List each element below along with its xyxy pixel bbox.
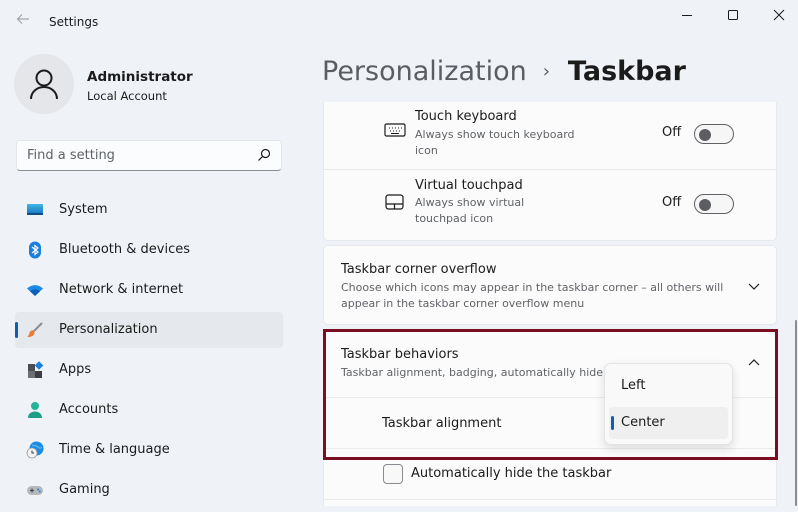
sidebar-item-label: Gaming xyxy=(59,482,110,497)
page-title: Taskbar xyxy=(567,56,686,87)
apps-icon xyxy=(28,361,44,378)
chevron-up-icon[interactable] xyxy=(744,353,764,373)
touch-keyboard-toggle[interactable] xyxy=(694,124,734,144)
user-icon xyxy=(30,69,58,100)
option-label: Left xyxy=(621,378,646,393)
sidebar-item-label: Network & internet xyxy=(59,282,184,297)
corner-overflow-description: Choose which icons may appear in the tas… xyxy=(341,281,724,310)
touch-keyboard-state: Off xyxy=(662,125,682,140)
sidebar-item-accounts[interactable]: Accounts xyxy=(15,392,283,428)
divider xyxy=(324,499,776,500)
back-button[interactable] xyxy=(12,10,34,32)
virtual-touchpad-toggle[interactable] xyxy=(694,194,734,214)
gamepad-icon xyxy=(27,486,43,495)
taskbar-corner-overflow-card[interactable]: Taskbar corner overflow Choose which ico… xyxy=(323,245,777,325)
behaviors-title: Taskbar behaviors xyxy=(341,347,459,362)
sidebar-item-apps[interactable]: Apps xyxy=(15,352,283,388)
breadcrumb-parent[interactable]: Personalization xyxy=(322,56,527,87)
sidebar-item-label: Apps xyxy=(59,362,92,377)
close-button[interactable] xyxy=(756,0,798,30)
app-title: Settings xyxy=(49,15,99,29)
arrow-left-icon xyxy=(16,14,29,24)
virtual-touchpad-description: Always show virtual touchpad icon xyxy=(415,196,525,225)
corner-overflow-title: Taskbar corner overflow xyxy=(341,262,497,277)
search-input[interactable] xyxy=(17,141,247,170)
sidebar-item-label: Time & language xyxy=(59,442,170,457)
content-scrollbar[interactable] xyxy=(795,320,797,506)
sidebar-item-gaming[interactable]: Gaming xyxy=(15,472,283,508)
touch-keyboard-description: Always show touch keyboard icon xyxy=(415,128,575,157)
virtual-touchpad-title: Virtual touchpad xyxy=(415,178,523,193)
person-icon xyxy=(28,402,42,418)
auto-hide-checkbox[interactable] xyxy=(383,464,403,484)
touch-keyboard-title: Touch keyboard xyxy=(415,109,517,124)
minimize-button[interactable] xyxy=(664,0,710,30)
search-box[interactable] xyxy=(16,140,282,171)
maximize-button[interactable] xyxy=(710,0,756,30)
sidebar-item-time-language[interactable]: Time & language xyxy=(15,432,283,468)
breadcrumb-separator: › xyxy=(542,61,550,82)
avatar xyxy=(14,54,74,114)
profile-name: Administrator xyxy=(87,69,193,85)
breadcrumb: Personalization › Taskbar xyxy=(322,56,686,87)
virtual-touchpad-row: Virtual touchpad Always show virtual tou… xyxy=(324,170,776,240)
sidebar-item-network[interactable]: Network & internet xyxy=(15,272,283,308)
taskbar-alignment-dropdown: Left Center xyxy=(604,363,733,445)
minimize-icon xyxy=(682,15,692,16)
virtual-touchpad-state: Off xyxy=(662,195,682,210)
alignment-option-left[interactable]: Left xyxy=(609,370,728,402)
taskbar-corner-icons-card: Touch keyboard Always show touch keyboar… xyxy=(323,102,777,241)
sidebar-item-label: Accounts xyxy=(59,402,119,417)
touch-keyboard-row: Touch keyboard Always show touch keyboar… xyxy=(324,102,776,169)
auto-hide-row: Automatically hide the taskbar xyxy=(324,449,776,499)
bluetooth-icon xyxy=(29,241,41,259)
alignment-option-center[interactable]: Center xyxy=(609,407,728,439)
selection-indicator xyxy=(611,416,614,430)
sidebar-item-label: Personalization xyxy=(59,322,158,337)
sidebar-nav: System Bluetooth & devices Network & int… xyxy=(15,192,283,512)
close-icon xyxy=(773,9,785,21)
selection-indicator xyxy=(15,322,18,338)
option-label: Center xyxy=(621,415,665,430)
auto-hide-label[interactable]: Automatically hide the taskbar xyxy=(411,466,611,481)
settings-content: Touch keyboard Always show touch keyboar… xyxy=(323,102,777,506)
system-icon xyxy=(27,204,43,215)
sidebar-item-personalization[interactable]: Personalization xyxy=(15,312,283,348)
wifi-icon xyxy=(27,285,43,296)
toggle-knob xyxy=(699,199,711,211)
sidebar-item-label: Bluetooth & devices xyxy=(59,242,190,257)
search-icon[interactable] xyxy=(257,148,271,162)
sidebar-item-label: System xyxy=(59,202,108,217)
chevron-down-icon[interactable] xyxy=(744,276,764,296)
clock-globe-icon xyxy=(26,441,44,459)
keyboard-icon xyxy=(384,123,406,137)
taskbar-alignment-label: Taskbar alignment xyxy=(382,416,502,431)
toggle-knob xyxy=(699,129,711,141)
touchpad-icon xyxy=(385,194,404,210)
maximize-icon xyxy=(728,10,738,20)
brush-icon xyxy=(27,322,43,337)
profile-account-type: Local Account xyxy=(87,89,167,103)
sidebar-item-system[interactable]: System xyxy=(15,192,283,228)
sidebar-item-bluetooth[interactable]: Bluetooth & devices xyxy=(15,232,283,268)
title-bar: Settings xyxy=(0,0,798,44)
